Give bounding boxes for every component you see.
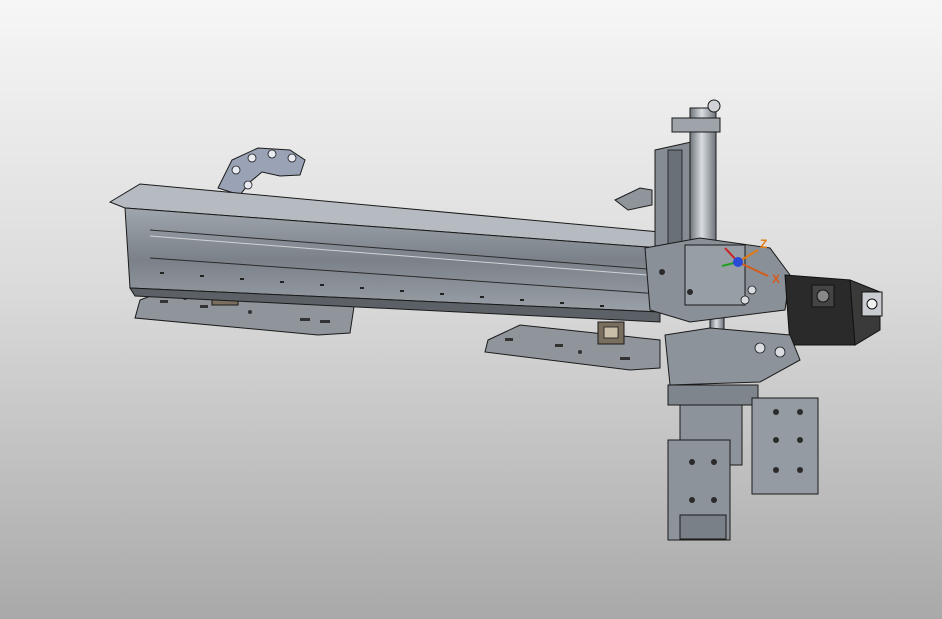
- servo-motor[interactable]: [784, 274, 883, 346]
- carriage-block[interactable]: [644, 237, 791, 323]
- cable-drag-chain: [217, 147, 306, 196]
- x-axis-label: X: [772, 272, 780, 286]
- fitting-icon: [707, 99, 721, 113]
- angle-bracket: [614, 187, 653, 211]
- gantry-module-model[interactable]: Z X: [0, 0, 942, 619]
- right-mounting-plate: [484, 324, 661, 371]
- z-axis-label: Z: [760, 237, 767, 251]
- rail-bracket-right: [597, 321, 625, 345]
- gripper-jaw-right: [751, 397, 819, 495]
- gripper-assembly[interactable]: [664, 327, 819, 541]
- cad-viewport[interactable]: Z X: [0, 0, 942, 619]
